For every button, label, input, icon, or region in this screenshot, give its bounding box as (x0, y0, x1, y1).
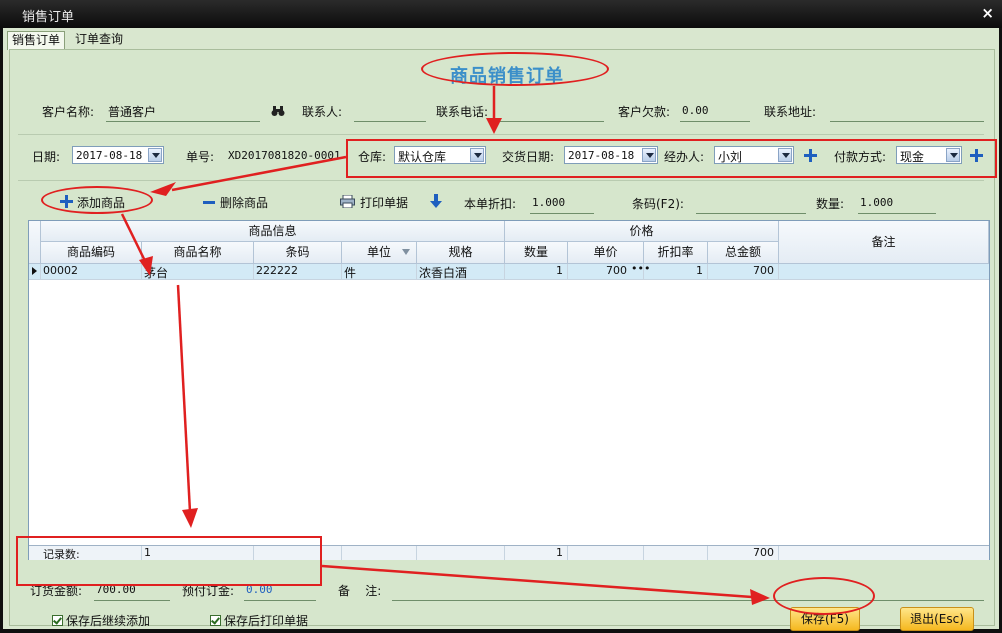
footer-qty: 1 (505, 546, 568, 560)
payment-label: 付款方式: (834, 150, 887, 164)
row-pointer-icon (29, 264, 41, 279)
debt-label: 客户欠款: (618, 105, 671, 119)
cell-spec[interactable]: 浓香白酒 (417, 264, 505, 279)
delete-product-button[interactable]: 删除商品 (220, 194, 268, 211)
cell-barcode[interactable]: 222222 (254, 264, 342, 279)
add-payment-icon[interactable] (970, 149, 983, 162)
continue-add-label[interactable]: 保存后继续添加 (66, 612, 150, 629)
cell-unit[interactable]: 件 (342, 264, 417, 279)
col-qty-header[interactable]: 数量 (505, 242, 568, 264)
deposit-label: 预付订金: (182, 584, 235, 598)
address-label: 联系地址: (764, 105, 817, 119)
contact-label: 联系人: (302, 105, 343, 119)
sales-order-panel: 商品销售订单 客户名称: 普通客户 联系人: 联系电话: 客户欠款: 0.00 … (9, 49, 995, 631)
col-unit-label: 单位 (366, 245, 391, 259)
qty-label: 数量: (816, 197, 845, 211)
cell-code[interactable]: 00002 (41, 264, 142, 279)
continue-add-checkbox[interactable] (52, 615, 63, 626)
chevron-down-icon[interactable] (642, 148, 656, 162)
date-picker[interactable]: 2017-08-18 (72, 146, 164, 164)
cell-total[interactable]: 700 (708, 264, 779, 279)
discount-label: 本单折扣: (464, 197, 517, 211)
printer-icon[interactable] (340, 195, 355, 208)
window-title: 销售订单 (22, 10, 75, 25)
col-unit-header[interactable]: 单位 (342, 242, 417, 264)
delivery-date-value: 2017-08-18 (568, 149, 635, 162)
cell-name[interactable]: 茅台 (142, 264, 254, 279)
print-button[interactable]: 打印单据 (360, 194, 408, 211)
print-after-save-checkbox[interactable] (210, 615, 221, 626)
order-no-value: XD2017081820-0001 (228, 149, 341, 162)
handler-label: 经办人: (664, 150, 705, 164)
customer-name-label: 客户名称: (42, 105, 95, 119)
close-icon[interactable]: × (981, 4, 994, 22)
cell-qty[interactable]: 1 (505, 264, 568, 279)
chevron-down-icon[interactable] (946, 148, 960, 162)
col-spec-header[interactable]: 规格 (417, 242, 505, 264)
page-title: 商品销售订单 (450, 66, 564, 87)
warehouse-select[interactable]: 默认仓库 (394, 146, 486, 164)
footer-label: 记录数: (41, 546, 142, 560)
payment-value: 现金 (900, 150, 925, 164)
remark-label: 备 注: (338, 584, 382, 598)
filter-icon[interactable] (402, 249, 410, 255)
warehouse-value: 默认仓库 (398, 150, 447, 164)
add-product-button[interactable]: 添加商品 (77, 194, 125, 211)
arrow-down-icon[interactable] (430, 194, 442, 208)
exit-button[interactable]: 退出(Esc) (900, 607, 974, 631)
footer-count: 1 (142, 546, 254, 560)
delivery-date-label: 交货日期: (502, 150, 555, 164)
payment-select[interactable]: 现金 (896, 146, 962, 164)
phone-label: 联系电话: (436, 105, 489, 119)
delivery-date-picker[interactable]: 2017-08-18 (564, 146, 658, 164)
group-product-header: 商品信息 (41, 221, 505, 242)
qty-field[interactable]: 1.000 (860, 196, 893, 209)
grid-footer: 记录数: 1 1 700 (29, 545, 989, 560)
warehouse-label: 仓库: (358, 150, 387, 164)
debt-field[interactable]: 0.00 (682, 104, 709, 117)
window-body: 销售订单 订单查询 商品销售订单 客户名称: 普通客户 联系人: 联系电话: 客… (3, 28, 999, 631)
table-row[interactable]: 00002 茅台 222222 件 浓香白酒 1 700 ••• 1 700 (29, 262, 989, 280)
order-amount-label: 订货金额: (30, 584, 83, 598)
col-price-header[interactable]: 单价 (568, 242, 644, 264)
add-product-icon[interactable] (60, 195, 73, 208)
tab-order-query[interactable]: 订单查询 (71, 31, 127, 49)
chevron-down-icon[interactable] (470, 148, 484, 162)
window-titlebar: 销售订单 × (0, 0, 1002, 28)
barcode-label: 条码(F2): (632, 197, 684, 211)
col-total-header[interactable]: 总金额 (708, 242, 779, 264)
handler-select[interactable]: 小刘 (714, 146, 794, 164)
deposit-field[interactable]: 0.00 (246, 583, 273, 596)
customer-name-field[interactable]: 普通客户 (108, 103, 156, 120)
chevron-down-icon[interactable] (148, 148, 162, 162)
col-discount-header[interactable]: 折扣率 (644, 242, 708, 264)
discount-field[interactable]: 1.000 (532, 196, 565, 209)
chevron-down-icon[interactable] (778, 148, 792, 162)
remark-header[interactable]: 备注 (779, 221, 989, 264)
tab-sales-order[interactable]: 销售订单 (7, 31, 66, 50)
row-indicator-header (29, 221, 41, 264)
print-after-save-label[interactable]: 保存后打印单据 (224, 612, 308, 629)
order-no-label: 单号: (186, 150, 215, 164)
cell-remark[interactable] (779, 264, 989, 279)
order-amount-field[interactable]: 700.00 (96, 583, 136, 596)
footer-total: 700 (708, 546, 779, 560)
product-grid[interactable]: 商品信息 价格 备注 商品编码 商品名称 条码 单位 规格 数量 单价 折扣率 … (28, 220, 990, 560)
date-label: 日期: (32, 150, 61, 164)
col-barcode-header[interactable]: 条码 (254, 242, 342, 264)
add-handler-icon[interactable] (804, 149, 817, 162)
cell-discount[interactable]: 1 (644, 264, 708, 279)
group-price-header: 价格 (505, 221, 779, 242)
col-name-header[interactable]: 商品名称 (142, 242, 254, 264)
col-code-header[interactable]: 商品编码 (41, 242, 142, 264)
date-value: 2017-08-18 (76, 149, 143, 162)
save-button[interactable]: 保存(F5) (790, 607, 860, 631)
delete-product-icon[interactable] (203, 201, 215, 204)
handler-value: 小刘 (718, 150, 743, 164)
binoculars-icon[interactable] (271, 105, 285, 117)
